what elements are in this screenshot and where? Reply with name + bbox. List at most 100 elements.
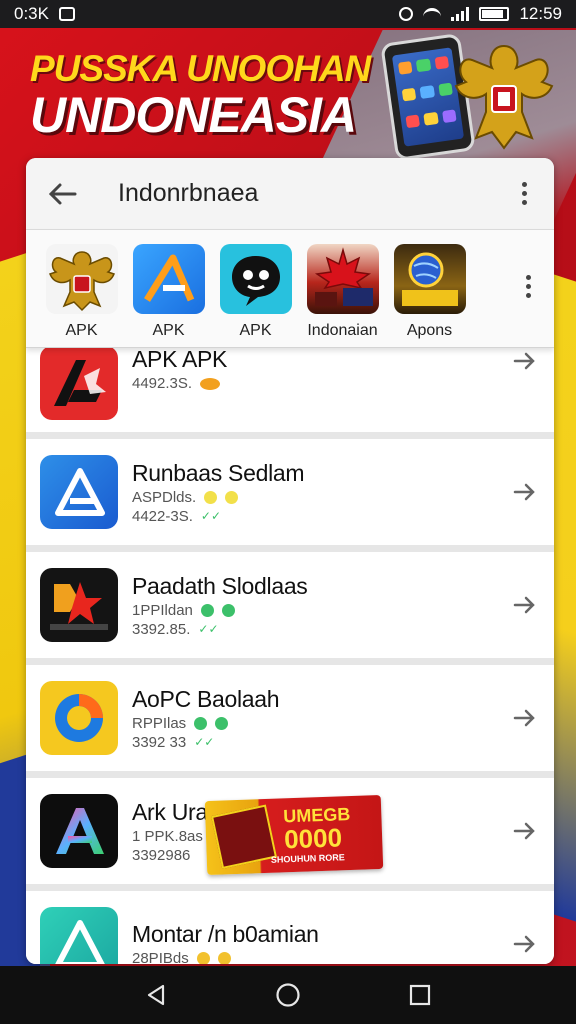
arrow-right-icon — [510, 703, 540, 733]
garuda-emblem-icon — [45, 244, 118, 314]
app-name: Montar /n b0amian — [132, 921, 319, 947]
back-triangle-icon — [147, 984, 165, 1006]
featured-apps-row: APK APK APK Indonaian Apons — [26, 230, 554, 348]
featured-label: APK — [152, 322, 185, 339]
app-name: APK APK — [132, 346, 228, 372]
smiley-badge-icon — [196, 952, 210, 964]
app-name: AoPC Baolaah — [132, 685, 280, 712]
app-meta: 4492.3S. — [132, 375, 227, 392]
red-a-logo-icon — [40, 346, 118, 420]
featured-item[interactable]: Apons — [386, 244, 473, 340]
status-bar: 0:3K 12:59 — [0, 0, 576, 28]
list-item[interactable]: Runbaas Sedlam ASPDlds. 4422-3S. ✓✓ — [26, 439, 554, 545]
app-meta: 4422-3S. ✓✓ — [132, 508, 304, 525]
list-item[interactable]: Montar /n b0amian 28PIBds — [26, 891, 554, 964]
app-meta: RPPIlas — [132, 715, 279, 732]
arrow-right-icon — [510, 346, 540, 376]
more-vert-button[interactable] — [512, 176, 536, 212]
nav-back-button[interactable] — [134, 973, 178, 1017]
featured-label: Apons — [406, 322, 453, 339]
signal-icon — [451, 7, 470, 21]
gradient-a-logo-icon — [40, 794, 118, 868]
arrow-left-icon — [48, 183, 77, 204]
check-badge-icon — [215, 716, 229, 730]
app-meta: 1 PPK.8as — [132, 828, 208, 845]
chat-bubble-face-icon — [219, 244, 292, 314]
check-badge-icon — [200, 603, 214, 617]
check-badge-icon: ✓✓ — [194, 735, 215, 749]
app-meta-line2: 3392986 — [132, 846, 191, 864]
promo-bottom: SHOUHUN RORE — [270, 852, 345, 865]
list-item[interactable]: Ark Ura 1 PPK.8as 3392986 UMEGB 0000 SHO… — [26, 778, 554, 884]
app-meta-line1: 4492.3S. — [132, 375, 193, 392]
app-meta-line1: RPPIlas — [132, 714, 187, 732]
featured-item[interactable]: APK — [125, 244, 212, 340]
banner-title-line1: PUSSKA UNOOHAN — [30, 48, 371, 89]
nav-recents-button[interactable] — [398, 973, 442, 1017]
app-meta-line1: 28PIBds — [132, 950, 189, 964]
banner-title-line2: UNDONEASIA — [30, 87, 357, 143]
featured-label: APK — [65, 322, 98, 339]
alarm-icon — [399, 7, 414, 21]
status-time-left: 0:3K — [14, 4, 49, 23]
header-banner: PUSSKA UNOOHAN UNDONEASIA — [0, 28, 576, 168]
app-meta: 28PIBds — [132, 950, 319, 964]
recents-square-icon — [409, 984, 431, 1006]
notification-icon — [58, 7, 75, 21]
garuda-emblem-icon — [454, 44, 554, 150]
triangle-a-logo-icon — [132, 244, 205, 314]
battery-icon — [479, 7, 510, 21]
list-item[interactable]: APK APK 4492.3S. — [26, 344, 554, 432]
home-circle-icon — [276, 983, 300, 1007]
list-item[interactable]: Paadath Slodlaas 1PPIldan 3392.85. ✓✓ — [26, 552, 554, 658]
teal-triangle-logo-icon — [40, 907, 118, 964]
featured-label: Indonaian — [307, 322, 378, 339]
nav-home-button[interactable] — [266, 973, 310, 1017]
app-store-card: Indonrbnaea APK APK APK Indonaian Apons … — [26, 158, 554, 964]
app-meta-line1: 1 PPK.8as — [132, 827, 203, 845]
emoji-badge-icon — [200, 377, 221, 390]
check-badge-icon — [194, 716, 208, 730]
app-name: Runbaas Sedlam — [132, 459, 305, 486]
app-list: APK APK 4492.3S. Runbaas Sedlam ASPDlds.… — [26, 344, 554, 964]
black-star-logo-icon — [40, 568, 118, 642]
back-button[interactable] — [44, 176, 80, 212]
arrow-right-icon — [510, 929, 540, 959]
check-badge-icon: ✓✓ — [198, 622, 219, 636]
app-meta: ASPDlds. — [132, 489, 304, 506]
wifi-icon — [423, 8, 442, 20]
app-meta-line2: 3392.85. — [132, 620, 191, 638]
app-meta: 1PPIldan — [132, 602, 308, 619]
yellow-swirl-logo-icon — [40, 681, 118, 755]
app-meta-line1: ASPDlds. — [132, 488, 197, 506]
list-item[interactable]: AoPC Baolaah RPPIlas 3392 33 ✓✓ — [26, 665, 554, 771]
blue-triangle-logo-icon — [40, 455, 118, 529]
globe-badge-icon — [393, 244, 466, 314]
arrow-right-icon — [510, 816, 540, 846]
app-meta-line1: 1PPIldan — [132, 601, 193, 619]
app-meta: 3392 33 ✓✓ — [132, 734, 279, 751]
smiley-badge-icon — [217, 952, 231, 964]
featured-item[interactable]: APK — [212, 244, 299, 340]
featured-item[interactable]: Indonaian — [299, 244, 386, 340]
featured-more-button[interactable] — [518, 268, 538, 304]
app-name: Ark Ura — [132, 798, 208, 825]
page-title: Indonrbnaea — [118, 179, 259, 207]
arrow-right-icon — [510, 477, 540, 507]
promo-number: 0000 — [283, 822, 343, 855]
app-meta: 3392986 — [132, 847, 208, 864]
smiley-badge-icon — [204, 490, 218, 504]
smiley-badge-icon — [225, 490, 239, 504]
toolbar: Indonrbnaea — [26, 158, 554, 230]
featured-item[interactable]: APK — [38, 244, 125, 340]
promo-ticket-icon — [211, 804, 278, 869]
arrow-right-icon — [510, 590, 540, 620]
navigation-bar — [0, 966, 576, 1024]
check-badge-icon: ✓✓ — [200, 509, 221, 523]
featured-label: APK — [239, 322, 272, 339]
promo-sticker[interactable]: UMEGB 0000 SHOUHUN RORE — [204, 794, 384, 876]
app-meta-line2: 3392 33 — [132, 733, 187, 751]
status-time-right: 12:59 — [519, 4, 562, 23]
maple-leaf-game-icon — [306, 244, 379, 314]
app-meta-line2: 4422-3S. — [132, 507, 193, 525]
